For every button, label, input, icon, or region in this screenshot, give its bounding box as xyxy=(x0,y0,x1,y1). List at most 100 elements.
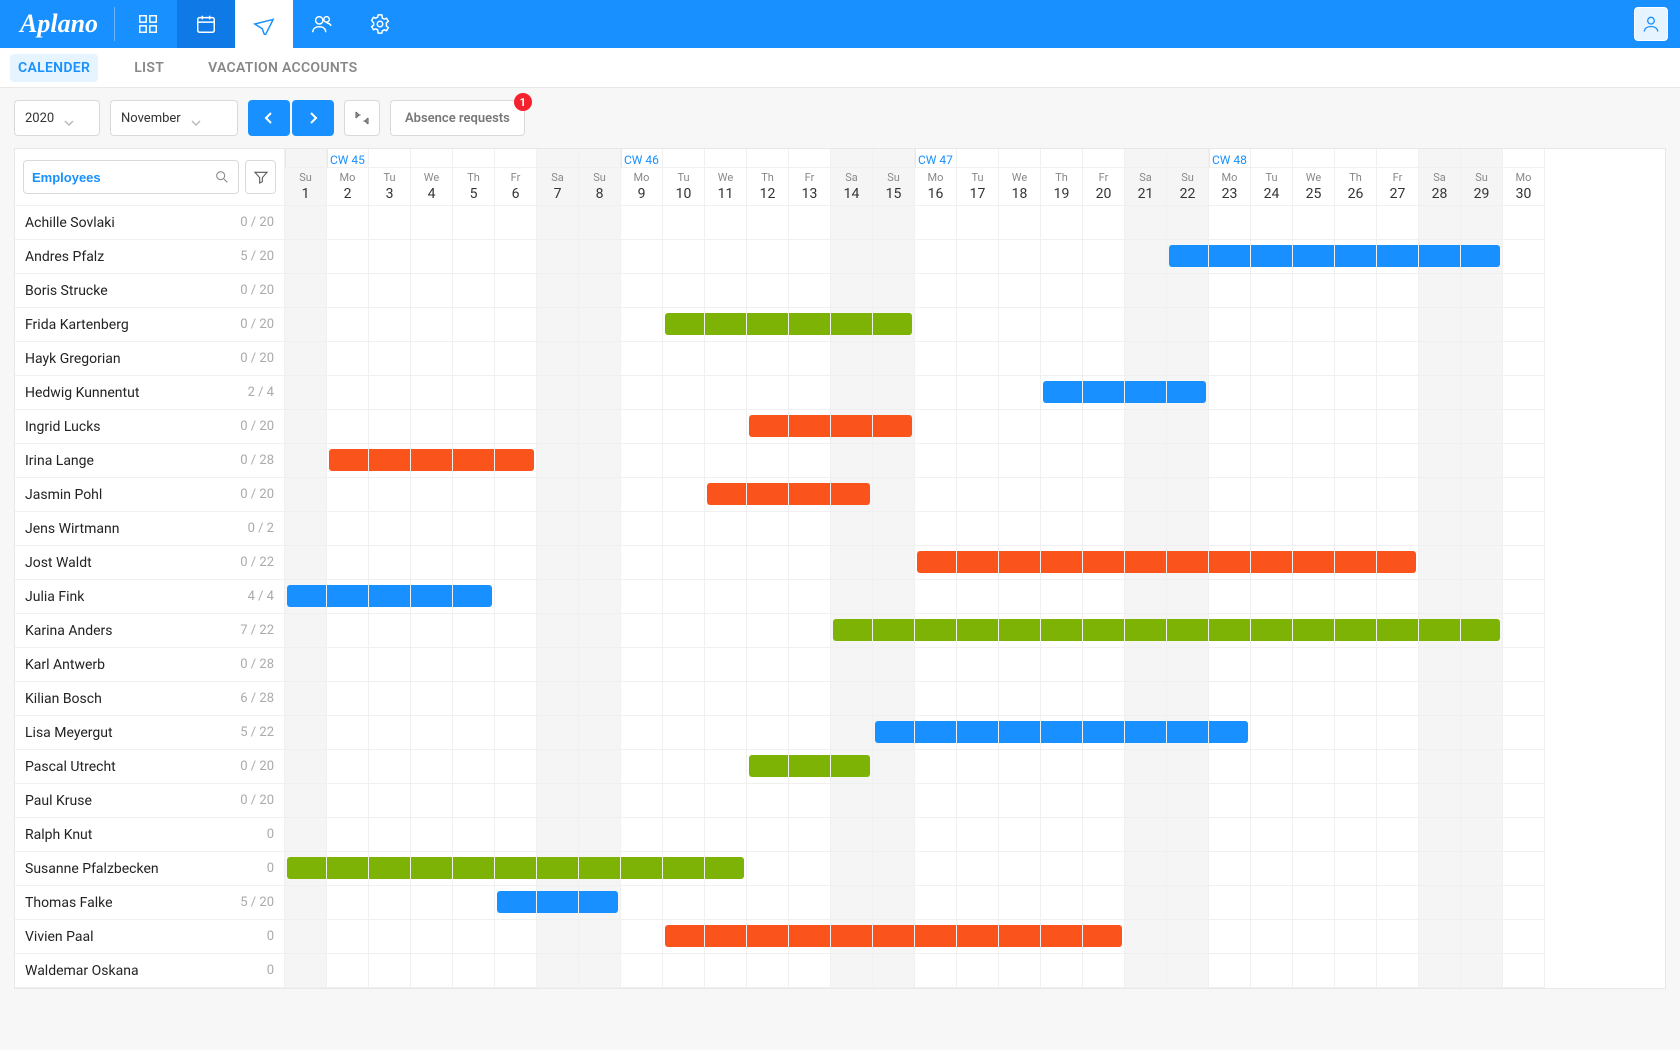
calendar-cell[interactable] xyxy=(453,716,495,750)
calendar-cell[interactable] xyxy=(369,444,411,478)
calendar-cell[interactable] xyxy=(1251,920,1293,954)
calendar-cell[interactable] xyxy=(1503,274,1545,308)
calendar-cell[interactable] xyxy=(495,784,537,818)
calendar-cell[interactable] xyxy=(789,308,831,342)
calendar-cell[interactable] xyxy=(495,682,537,716)
absence-bar[interactable] xyxy=(1251,245,1292,267)
calendar-cell[interactable] xyxy=(1419,410,1461,444)
calendar-cell[interactable] xyxy=(495,852,537,886)
calendar-cell[interactable] xyxy=(453,648,495,682)
calendar-cell[interactable] xyxy=(1503,614,1545,648)
absence-bar[interactable] xyxy=(1169,245,1208,267)
calendar-cell[interactable] xyxy=(1167,716,1209,750)
calendar-cell[interactable] xyxy=(789,206,831,240)
calendar-cell[interactable] xyxy=(1293,206,1335,240)
calendar-cell[interactable] xyxy=(999,920,1041,954)
calendar-cell[interactable] xyxy=(705,954,747,988)
calendar-cell[interactable] xyxy=(747,648,789,682)
employee-row[interactable]: Susanne Pfalzbecken0 xyxy=(15,852,285,886)
calendar-cell[interactable] xyxy=(1125,784,1167,818)
absence-bar[interactable] xyxy=(1377,245,1418,267)
calendar-cell[interactable] xyxy=(1251,750,1293,784)
calendar-cell[interactable] xyxy=(789,886,831,920)
calendar-cell[interactable] xyxy=(1377,852,1419,886)
calendar-cell[interactable] xyxy=(705,376,747,410)
calendar-cell[interactable] xyxy=(705,478,747,512)
calendar-cell[interactable] xyxy=(1125,614,1167,648)
calendar-cell[interactable] xyxy=(1419,954,1461,988)
calendar-cell[interactable] xyxy=(285,954,327,988)
absence-bar[interactable] xyxy=(1041,721,1082,743)
calendar-cell[interactable] xyxy=(915,342,957,376)
absence-bar[interactable] xyxy=(1041,925,1082,947)
calendar-cell[interactable] xyxy=(1209,852,1251,886)
calendar-cell[interactable] xyxy=(747,886,789,920)
calendar-cell[interactable] xyxy=(747,818,789,852)
calendar-cell[interactable] xyxy=(1041,682,1083,716)
calendar-cell[interactable] xyxy=(453,308,495,342)
calendar-cell[interactable] xyxy=(1125,648,1167,682)
calendar-cell[interactable] xyxy=(957,546,999,580)
calendar-cell[interactable] xyxy=(1125,954,1167,988)
calendar-cell[interactable] xyxy=(915,206,957,240)
calendar-cell[interactable] xyxy=(1167,886,1209,920)
calendar-cell[interactable] xyxy=(1083,376,1125,410)
calendar-cell[interactable] xyxy=(1125,716,1167,750)
calendar-cell[interactable] xyxy=(789,512,831,546)
absence-bar[interactable] xyxy=(1251,551,1292,573)
calendar-cell[interactable] xyxy=(705,784,747,818)
calendar-cell[interactable] xyxy=(705,444,747,478)
calendar-cell[interactable] xyxy=(579,478,621,512)
calendar-cell[interactable] xyxy=(1125,920,1167,954)
calendar-cell[interactable] xyxy=(1041,342,1083,376)
absence-bar[interactable] xyxy=(579,857,620,879)
calendar-cell[interactable] xyxy=(579,954,621,988)
calendar-cell[interactable] xyxy=(1503,478,1545,512)
calendar-cell[interactable] xyxy=(957,512,999,546)
calendar-cell[interactable] xyxy=(1293,478,1335,512)
calendar-cell[interactable] xyxy=(369,274,411,308)
calendar-cell[interactable] xyxy=(1125,818,1167,852)
calendar-cell[interactable] xyxy=(327,240,369,274)
calendar-cell[interactable] xyxy=(1251,376,1293,410)
calendar-cell[interactable] xyxy=(1503,886,1545,920)
calendar-cell[interactable] xyxy=(285,614,327,648)
calendar-cell[interactable] xyxy=(1419,240,1461,274)
calendar-cell[interactable] xyxy=(1167,546,1209,580)
calendar-cell[interactable] xyxy=(831,648,873,682)
calendar-cell[interactable] xyxy=(957,240,999,274)
calendar-cell[interactable] xyxy=(327,410,369,444)
calendar-cell[interactable] xyxy=(1335,512,1377,546)
calendar-cell[interactable] xyxy=(327,648,369,682)
calendar-cell[interactable] xyxy=(1503,648,1545,682)
calendar-cell[interactable] xyxy=(999,274,1041,308)
calendar-cell[interactable] xyxy=(1461,886,1503,920)
calendar-cell[interactable] xyxy=(1461,648,1503,682)
calendar-cell[interactable] xyxy=(369,206,411,240)
calendar-cell[interactable] xyxy=(537,682,579,716)
absence-bar[interactable] xyxy=(831,755,870,777)
calendar-cell[interactable] xyxy=(1293,342,1335,376)
calendar-cell[interactable] xyxy=(1335,376,1377,410)
calendar-cell[interactable] xyxy=(957,478,999,512)
calendar-cell[interactable] xyxy=(621,410,663,444)
calendar-cell[interactable] xyxy=(537,376,579,410)
calendar-cell[interactable] xyxy=(285,444,327,478)
calendar-cell[interactable] xyxy=(705,716,747,750)
calendar-cell[interactable] xyxy=(411,818,453,852)
absence-bar[interactable] xyxy=(453,585,492,607)
calendar-cell[interactable] xyxy=(1167,750,1209,784)
calendar-cell[interactable] xyxy=(1209,274,1251,308)
calendar-cell[interactable] xyxy=(1125,478,1167,512)
calendar-cell[interactable] xyxy=(873,308,915,342)
employee-row[interactable]: Kilian Bosch6 / 28 xyxy=(15,682,285,716)
calendar-cell[interactable] xyxy=(1461,784,1503,818)
calendar-cell[interactable] xyxy=(1083,716,1125,750)
calendar-cell[interactable] xyxy=(621,478,663,512)
calendar-cell[interactable] xyxy=(1041,444,1083,478)
calendar-cell[interactable] xyxy=(831,954,873,988)
absence-bar[interactable] xyxy=(1377,551,1416,573)
calendar-cell[interactable] xyxy=(1461,308,1503,342)
prev-button[interactable] xyxy=(248,100,290,136)
calendar-cell[interactable] xyxy=(369,376,411,410)
